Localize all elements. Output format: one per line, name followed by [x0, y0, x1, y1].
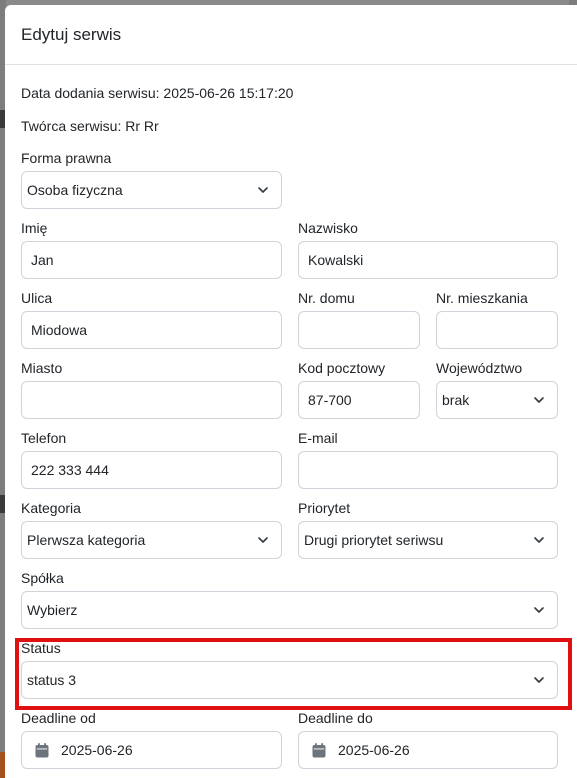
chevron-down-icon [257, 534, 269, 546]
chevron-down-icon [533, 604, 545, 616]
deadline-to-input[interactable]: 2025-06-26 [298, 731, 558, 769]
first-name-input[interactable]: Jan [21, 241, 282, 279]
deadline-to-label: Deadline do [298, 710, 373, 726]
apartment-no-input[interactable] [436, 311, 558, 349]
postal-code-value: 87-700 [308, 392, 352, 408]
modal-title: Edytuj serwis [21, 24, 122, 44]
company-value: Wybierz [27, 602, 78, 618]
email-input[interactable] [298, 451, 558, 489]
city-input[interactable] [21, 381, 282, 419]
street-value: Miodowa [31, 322, 88, 338]
phone-input[interactable]: 222 333 444 [21, 451, 282, 489]
date-added-value: 2025-06-26 15:17:20 [163, 85, 294, 101]
house-no-input[interactable] [298, 311, 420, 349]
date-added-line: Data dodania serwisu: 2025-06-26 15:17:2… [21, 85, 293, 101]
postal-code-label: Kod pocztowy [298, 360, 386, 376]
category-label: Kategoria [21, 500, 81, 516]
category-select[interactable]: Plerwsza kategoria [21, 521, 282, 559]
priority-value: Drugi priorytet seriwsu [304, 532, 444, 548]
voivodeship-value: brak [442, 392, 470, 408]
deadline-from-input[interactable]: 2025-06-26 [21, 731, 282, 769]
deadline-to-value: 2025-06-26 [338, 742, 410, 758]
first-name-value: Jan [31, 252, 54, 268]
house-no-label: Nr. domu [298, 290, 355, 306]
phone-value: 222 333 444 [31, 462, 109, 478]
creator-line: Twórca serwisu: Rr Rr [21, 118, 159, 134]
chevron-down-icon [257, 184, 269, 196]
category-value: Plerwsza kategoria [27, 532, 146, 548]
creator-label: Twórca serwisu: [21, 118, 122, 134]
first-name-label: Imię [21, 220, 48, 236]
edit-service-modal: Edytuj serwis Data dodania serwisu: 2025… [5, 5, 577, 778]
deadline-from-label: Deadline od [21, 710, 96, 726]
last-name-label: Nazwisko [298, 220, 358, 236]
status-label: Status [21, 640, 61, 656]
legal-form-value: Osoba fizyczna [27, 182, 123, 198]
status-select[interactable]: status 3 [21, 661, 558, 699]
status-value: status 3 [27, 672, 77, 688]
email-label: E-mail [298, 430, 338, 446]
legal-form-label: Forma prawna [21, 150, 112, 166]
street-input[interactable]: Miodowa [21, 311, 282, 349]
phone-label: Telefon [21, 430, 67, 446]
street-label: Ulica [21, 290, 53, 306]
date-added-label: Data dodania serwisu: [21, 85, 160, 101]
modal-header: Edytuj serwis [5, 5, 577, 65]
company-select[interactable]: Wybierz [21, 591, 558, 629]
calendar-icon [35, 742, 49, 758]
deadline-from-value: 2025-06-26 [61, 742, 133, 758]
company-label: Spółka [21, 570, 64, 586]
chevron-down-icon [533, 674, 545, 686]
legal-form-select[interactable]: Osoba fizyczna [21, 171, 282, 209]
priority-label: Priorytet [298, 500, 351, 516]
city-label: Miasto [21, 360, 63, 376]
last-name-value: Kowalski [308, 252, 364, 268]
voivodeship-select[interactable]: brak [436, 381, 558, 419]
creator-value: Rr Rr [125, 118, 159, 134]
voivodeship-label: Województwo [436, 360, 523, 376]
chevron-down-icon [533, 394, 545, 406]
apartment-no-label: Nr. mieszkania [436, 290, 528, 306]
chevron-down-icon [533, 534, 545, 546]
postal-code-input[interactable]: 87-700 [298, 381, 420, 419]
last-name-input[interactable]: Kowalski [298, 241, 558, 279]
calendar-icon [312, 742, 326, 758]
priority-select[interactable]: Drugi priorytet seriwsu [298, 521, 558, 559]
